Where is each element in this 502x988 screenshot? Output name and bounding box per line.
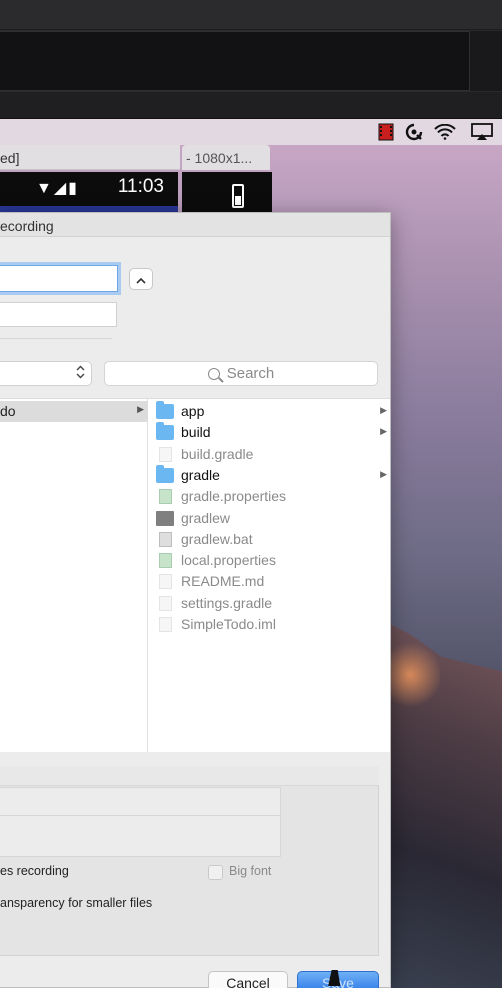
search-field[interactable]: Search (104, 361, 378, 386)
properties-file-icon (159, 489, 172, 504)
document-icon (159, 574, 172, 589)
search-placeholder: Search (226, 365, 275, 382)
emulator-window-title[interactable]: ed] (0, 145, 180, 170)
chevron-right-icon: ▶ (380, 469, 387, 479)
document-icon (159, 447, 172, 462)
location-popup[interactable] (0, 361, 92, 386)
screen-record-icon[interactable] (403, 122, 425, 142)
save-as-input[interactable] (0, 265, 118, 292)
browser-column-parent (0, 399, 148, 752)
second-emulator-title-text: - 1080x1... (186, 150, 253, 166)
collapse-dialog-button[interactable] (129, 268, 153, 290)
list-item[interactable]: settings.gradle (152, 593, 390, 614)
file-name: SimpleTodo.iml (181, 616, 276, 632)
big-font-checkbox[interactable] (208, 865, 223, 880)
folder-icon (156, 422, 174, 440)
macos-menubar (0, 119, 502, 145)
recording-option-label[interactable]: es recording (0, 864, 69, 878)
wifi-icon[interactable] (434, 122, 456, 142)
big-font-label[interactable]: Big font (229, 864, 271, 878)
file-name: README.md (181, 573, 265, 589)
emulator-clock: 11:03 (117, 176, 164, 197)
list-item[interactable]: build ▶ (152, 422, 390, 443)
emulator-status-bar: ▼◢▮ 11:03 (0, 172, 178, 206)
folder-icon (156, 465, 174, 483)
properties-file-icon (159, 553, 172, 568)
airplay-icon[interactable] (471, 122, 493, 142)
file-name: build.gradle (181, 446, 254, 462)
transparency-option-label[interactable]: ansparency for smaller files (0, 896, 152, 910)
folder-icon (156, 401, 174, 419)
list-item[interactable]: SimpleTodo.iml (152, 614, 390, 635)
cancel-button[interactable]: Cancel (208, 971, 288, 988)
dialog-title-bar: ecording (0, 213, 390, 237)
emulator-title-text: ed] (0, 150, 20, 166)
file-name: gradle.properties (181, 488, 287, 504)
sidebar-item-selected[interactable]: do ▶ (0, 401, 148, 422)
search-icon (207, 367, 220, 380)
app-top-bar (0, 0, 502, 30)
tags-input[interactable] (0, 302, 117, 327)
list-item[interactable]: gradlew.bat (152, 529, 390, 550)
document-icon (159, 596, 172, 611)
app-toolbar-area (0, 31, 470, 91)
updown-chevron-icon (76, 365, 85, 382)
screen: ed] ▼◢▮ 11:03 - 1080x1... ecording Searc… (0, 0, 502, 988)
list-item[interactable]: README.md (152, 571, 390, 592)
divider (0, 815, 281, 816)
document-icon (159, 617, 172, 632)
file-name: gradlew (181, 510, 231, 526)
file-name: gradlew.bat (181, 531, 253, 547)
second-emulator-screen (182, 172, 272, 216)
executable-icon (156, 511, 174, 526)
script-file-icon (159, 532, 172, 547)
file-name: gradle (181, 467, 220, 483)
file-name: settings.gradle (181, 595, 273, 611)
file-name: local.properties (181, 552, 276, 568)
battery-icon (232, 184, 244, 208)
divider (0, 338, 112, 339)
list-item[interactable]: build.gradle (152, 444, 390, 465)
list-item[interactable]: gradle ▶ (152, 465, 390, 486)
app-toolbar-edge (470, 31, 502, 91)
chevron-right-icon: ▶ (137, 404, 144, 414)
film-strip-icon[interactable] (375, 122, 397, 142)
list-item[interactable]: gradlew (152, 508, 390, 529)
file-name: build (181, 424, 211, 440)
options-list[interactable] (0, 787, 281, 857)
sidebar-item-label: do (0, 403, 16, 419)
emulator-status-icons: ▼◢▮ (36, 180, 79, 197)
app-status-strip (0, 92, 502, 119)
list-item[interactable]: app ▶ (152, 401, 390, 422)
list-item[interactable]: local.properties (152, 550, 390, 571)
options-panel-header (0, 766, 379, 786)
chevron-right-icon: ▶ (380, 405, 387, 415)
dialog-title: ecording (0, 218, 54, 234)
second-emulator-title[interactable]: - 1080x1... (182, 145, 270, 170)
list-item[interactable]: gradle.properties (152, 486, 390, 507)
file-name: app (181, 403, 205, 419)
chevron-up-icon (136, 272, 146, 287)
chevron-right-icon: ▶ (380, 426, 387, 436)
